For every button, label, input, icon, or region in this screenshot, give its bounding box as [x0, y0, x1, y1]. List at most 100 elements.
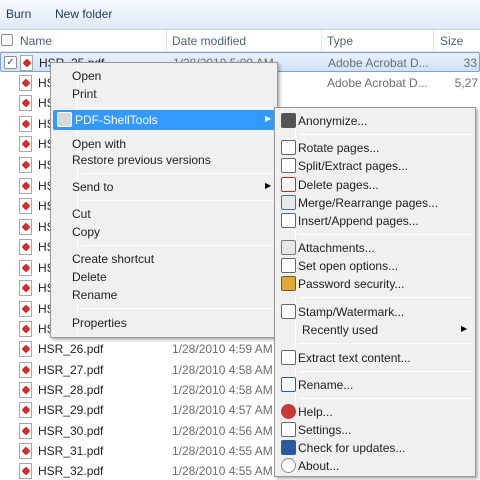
menu-item-extract-text-content[interactable]: Extract text content... [277, 348, 473, 368]
menu-item-pdf-shelltools[interactable]: PDF-ShellTools ▶ [53, 110, 275, 130]
menu-item-label: Merge/Rearrange pages... [298, 196, 439, 210]
menu-item-cut[interactable]: Cut [53, 204, 275, 224]
menu-separator [299, 371, 473, 372]
column-divider[interactable] [433, 30, 434, 52]
pdf-file-icon [19, 116, 32, 132]
menu-item-properties[interactable]: Properties [53, 313, 275, 333]
menu-item-print[interactable]: Print [53, 84, 275, 104]
pdf-file-icon [19, 75, 32, 91]
menu-item-rename-pdf[interactable]: Rename... [277, 375, 473, 395]
pdf-file-icon [19, 280, 32, 296]
menu-separator [81, 107, 275, 108]
menu-item-send-to[interactable]: Send to ▶ [53, 177, 275, 197]
menu-item-about[interactable]: About... [277, 456, 473, 476]
menu-separator [299, 343, 473, 344]
menu-item-rotate-pages[interactable]: Rotate pages... [277, 138, 473, 158]
pdf-file-icon [19, 95, 32, 111]
menu-separator [81, 308, 275, 309]
menu-item-label: Open [72, 69, 102, 83]
pdf-file-icon [19, 157, 32, 173]
menu-item-recently-used[interactable]: Recently used ▶ [277, 320, 473, 340]
menu-item-password-security[interactable]: Password security... [277, 274, 473, 294]
column-divider[interactable] [321, 30, 322, 52]
menu-item-anonymize[interactable]: Anonymize... [277, 111, 473, 131]
menu-item-label: Rename... [298, 378, 354, 392]
menu-item-label: Copy [72, 225, 101, 239]
column-header-date[interactable]: Date modified [172, 34, 246, 48]
menu-item-label: PDF-ShellTools [75, 113, 158, 127]
new-folder-button[interactable]: New folder [55, 7, 112, 21]
pdf-file-icon [19, 443, 32, 459]
context-menu: Open Print PDF-ShellTools ▶ Open with Re… [50, 62, 278, 338]
pdf-file-icon [19, 219, 32, 235]
menu-item-open[interactable]: Open [53, 66, 275, 86]
pdf-shelltools-icon [57, 112, 72, 127]
menu-item-merge-rearrange-pages[interactable]: Merge/Rearrange pages... [277, 193, 473, 213]
menu-item-attachments[interactable]: Attachments... [277, 238, 473, 258]
pdf-file-icon [19, 463, 32, 479]
help-icon [281, 404, 296, 419]
file-name: HSR_30.pdf [38, 424, 104, 438]
pdf-shelltools-submenu: Anonymize... Rotate pages... Split/Extra… [274, 107, 476, 477]
menu-item-label: Delete pages... [298, 178, 379, 192]
file-date: 1/28/2010 4:55 AM [172, 464, 273, 478]
pdf-file-icon [19, 198, 32, 214]
menu-item-stamp-watermark[interactable]: Stamp/Watermark... [277, 302, 473, 322]
menu-item-label: About... [298, 459, 340, 473]
menu-item-check-for-updates[interactable]: Check for updates... [277, 438, 473, 458]
menu-item-label: Print [72, 87, 97, 101]
menu-item-label: Rotate pages... [298, 141, 380, 155]
menu-item-label: Rename [72, 288, 118, 302]
rename-icon [281, 377, 296, 392]
menu-item-split-extract-pages[interactable]: Split/Extract pages... [277, 156, 473, 176]
menu-item-label: Stamp/Watermark... [298, 305, 405, 319]
menu-item-label: Properties [72, 316, 127, 330]
file-name: HSR_29.pdf [38, 403, 104, 417]
menu-item-label: Cut [72, 207, 91, 221]
menu-item-help[interactable]: Help... [277, 402, 473, 422]
column-header-type[interactable]: Type [327, 34, 353, 48]
split-pages-icon [281, 158, 296, 173]
column-header-size[interactable]: Size [440, 34, 463, 48]
menu-item-label: Settings... [298, 423, 352, 437]
menu-item-label: Password security... [298, 277, 405, 291]
menu-item-settings[interactable]: Settings... [277, 420, 473, 440]
menu-item-copy[interactable]: Copy [53, 222, 275, 242]
menu-item-create-shortcut[interactable]: Create shortcut [53, 249, 275, 269]
menu-item-label: Recently used [302, 323, 379, 337]
pdf-file-icon [19, 239, 32, 255]
submenu-arrow-icon: ▶ [265, 181, 272, 190]
pdf-file-icon [20, 55, 33, 71]
menu-item-label: Attachments... [298, 241, 375, 255]
pdf-file-icon [19, 260, 32, 276]
menu-item-restore-previous-versions[interactable]: Restore previous versions [53, 150, 275, 170]
command-bar: Burn New folder [0, 0, 480, 30]
menu-item-label: Insert/Append pages... [298, 214, 419, 228]
menu-item-label: Set open options... [298, 259, 399, 273]
file-date: 1/28/2010 4:59 AM [172, 342, 273, 356]
file-date: 1/28/2010 4:56 AM [172, 424, 273, 438]
menu-item-delete[interactable]: Delete [53, 267, 275, 287]
file-name: HSR_32.pdf [38, 464, 104, 478]
select-all-checkbox[interactable] [1, 34, 13, 46]
menu-item-label: Split/Extract pages... [298, 159, 409, 173]
menu-item-label: Delete [72, 270, 107, 284]
lock-icon [281, 276, 296, 291]
menu-separator [299, 398, 473, 399]
row-checkbox[interactable]: ✓ [4, 56, 17, 69]
pdf-file-icon [19, 136, 32, 152]
menu-separator [81, 173, 275, 174]
file-name: HSR_26.pdf [38, 342, 104, 356]
menu-item-delete-pages[interactable]: Delete pages... [277, 175, 473, 195]
file-name: HSR_27.pdf [38, 363, 104, 377]
menu-item-set-open-options[interactable]: Set open options... [277, 256, 473, 276]
pdf-file-icon [19, 301, 32, 317]
burn-button[interactable]: Burn [6, 7, 31, 21]
pdf-file-icon [19, 402, 32, 418]
column-header-name[interactable]: Name [20, 34, 52, 48]
update-icon [281, 440, 296, 455]
menu-item-rename[interactable]: Rename [53, 285, 275, 305]
file-date: 1/28/2010 4:58 AM [172, 383, 273, 397]
column-divider[interactable] [166, 30, 167, 52]
menu-item-insert-append-pages[interactable]: Insert/Append pages... [277, 211, 473, 231]
